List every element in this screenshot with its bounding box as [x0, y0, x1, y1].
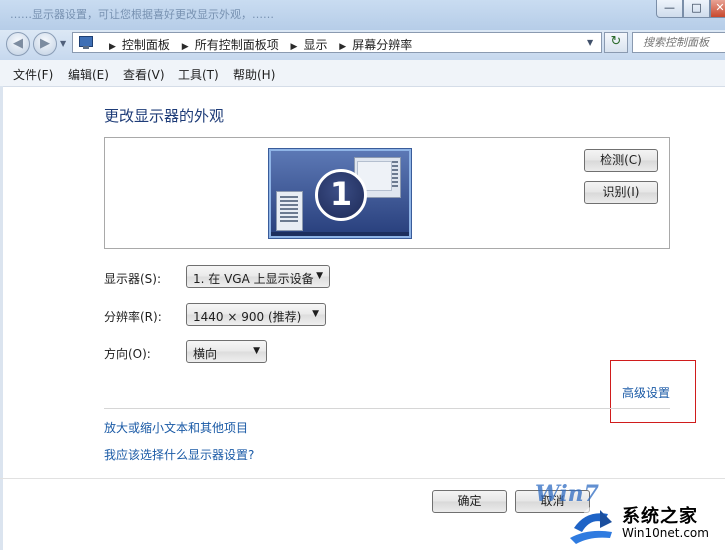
identify-button[interactable]: 识别(I) — [584, 181, 658, 204]
text-size-link[interactable]: 放大或缩小文本和其他项目 — [104, 419, 248, 436]
divider — [104, 408, 670, 409]
breadcrumb-item-all-items[interactable]: 所有控制面板项 — [195, 38, 279, 52]
menu-help[interactable]: 帮助(H) — [233, 66, 275, 83]
breadcrumb-item-display[interactable]: 显示 — [303, 38, 327, 52]
menu-bar: 文件(F) 编辑(E) 查看(V) 工具(T) 帮助(H) — [0, 60, 725, 87]
page-title: 更改显示器的外观 — [104, 107, 225, 125]
chevron-down-icon: ▼ — [253, 346, 260, 356]
recent-pages-dropdown-icon[interactable]: ▼ — [60, 39, 66, 48]
watermark-url: Win10net.com — [622, 526, 709, 540]
orientation-select-value: 横向 — [193, 347, 218, 361]
chevron-down-icon: ▼ — [316, 271, 323, 281]
breadcrumb-separator-icon: ▶ — [290, 42, 298, 52]
control-panel-icon — [79, 36, 93, 49]
detect-button[interactable]: 检测(C) — [584, 149, 658, 172]
breadcrumb-item-screen-resolution[interactable]: 屏幕分辨率 — [352, 38, 412, 52]
refresh-icon: ↻ — [610, 34, 622, 49]
orientation-select[interactable]: 横向 ▼ — [186, 340, 267, 363]
address-dropdown-icon[interactable]: ▼ — [587, 38, 593, 47]
menu-file[interactable]: 文件(F) — [13, 66, 53, 83]
close-button[interactable]: ✕ — [710, 0, 725, 18]
close-icon: ✕ — [715, 1, 725, 14]
ok-button[interactable]: 确定 — [432, 490, 507, 513]
search-box[interactable] — [632, 32, 725, 53]
window-border — [0, 86, 3, 550]
window-thumbnail-icon — [276, 191, 303, 231]
breadcrumb: ▶ 控制面板 ▶ 所有控制面板项 ▶ 显示 ▶ 屏幕分辨率 — [101, 36, 412, 53]
resolution-label: 分辨率(R): — [104, 310, 162, 324]
orientation-label: 方向(O): — [104, 347, 151, 361]
breadcrumb-item-control-panel[interactable]: 控制面板 — [122, 38, 170, 52]
monitor-thumbnail[interactable]: 1 — [269, 149, 411, 238]
watermark-brand: Win7 — [535, 481, 599, 507]
menu-tools[interactable]: 工具(T) — [178, 66, 219, 83]
address-bar[interactable]: ▶ 控制面板 ▶ 所有控制面板项 ▶ 显示 ▶ 屏幕分辨率 ▼ — [72, 32, 602, 53]
back-button[interactable]: ◀ — [6, 32, 30, 56]
search-input[interactable] — [633, 33, 719, 52]
maximize-button[interactable]: □ — [683, 0, 710, 18]
menu-view[interactable]: 查看(V) — [123, 66, 165, 83]
refresh-button[interactable]: ↻ — [604, 32, 628, 53]
minimize-button[interactable]: — — [656, 0, 683, 18]
title-bar[interactable]: ……显示器设置，可让您根据喜好更改显示外观，…… — □ ✕ — [0, 0, 725, 30]
watermark-site-name: 系统之家 — [622, 506, 698, 527]
breadcrumb-separator-icon: ▶ — [339, 42, 347, 52]
which-settings-link[interactable]: 我应该选择什么显示器设置? — [104, 446, 254, 463]
display-label: 显示器(S): — [104, 272, 162, 286]
breadcrumb-separator-icon: ▶ — [109, 42, 116, 52]
advanced-settings-link[interactable]: 高级设置 — [622, 384, 670, 401]
window-title: ……显示器设置，可让您根据喜好更改显示外观，…… — [10, 8, 274, 21]
footer-divider — [0, 478, 725, 479]
display-select[interactable]: 1. 在 VGA 上显示设备 ▼ — [186, 265, 330, 288]
breadcrumb-separator-icon: ▶ — [181, 42, 189, 52]
display-select-value: 1. 在 VGA 上显示设备 — [193, 272, 314, 286]
taskbar-thumbnail — [271, 232, 409, 236]
monitor-number-badge: 1 — [315, 169, 367, 221]
menu-edit[interactable]: 编辑(E) — [68, 66, 109, 83]
maximize-icon: □ — [691, 1, 702, 14]
resolution-select-value: 1440 × 900 (推荐) — [193, 310, 302, 324]
chevron-down-icon: ▼ — [312, 309, 319, 319]
arrow-right-icon: ▶ — [40, 36, 50, 51]
arrow-left-icon: ◀ — [13, 36, 23, 51]
forward-button[interactable]: ▶ — [33, 32, 57, 56]
resolution-select[interactable]: 1440 × 900 (推荐) ▼ — [186, 303, 326, 326]
minimize-icon: — — [664, 1, 675, 14]
